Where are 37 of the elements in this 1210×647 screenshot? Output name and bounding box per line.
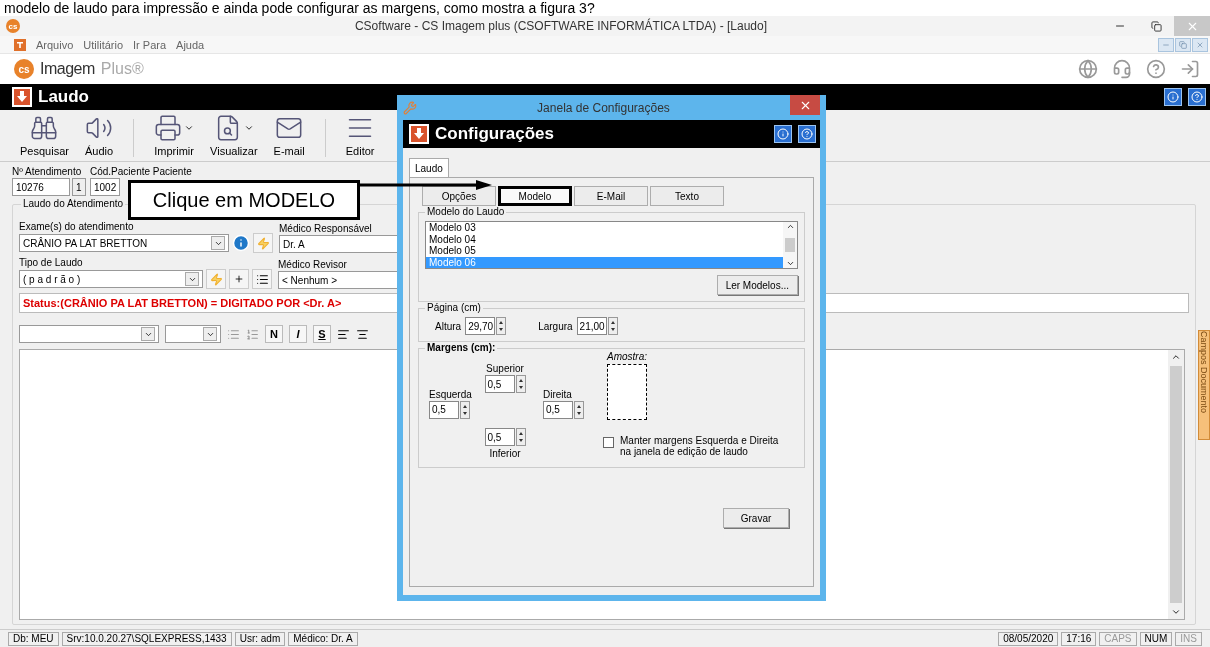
logo-mark: cs	[14, 59, 34, 79]
group-title: Página (cm)	[425, 302, 483, 313]
field-label: Exame(s) do atendimento	[19, 221, 135, 232]
field-label: Nº Atendimento	[12, 166, 83, 177]
status-cell: Médico: Dr. A	[288, 631, 358, 646]
field-label: Cód.Paciente Paciente	[90, 166, 192, 177]
status-cell: CAPS	[1099, 631, 1137, 646]
status-cell: 17:16	[1061, 631, 1097, 646]
dialog-title: Janela de Configurações	[536, 100, 671, 115]
app-icon: cs	[6, 19, 20, 33]
form-title: Laudo	[38, 87, 89, 107]
dialog-header: Configurações	[435, 124, 555, 144]
group-title: Margens (cm):	[425, 342, 498, 353]
field-label: Largura	[538, 320, 573, 332]
status-cell: NUM	[1139, 631, 1173, 646]
status-cell: Usr: adm	[234, 631, 286, 646]
field-label: Tipo de Laudo	[19, 257, 84, 268]
window-title: CSoftware - CS Imagem plus (CSOFTWARE INFORMÁTICA LTDA) - [Laudo]	[353, 19, 769, 33]
field-label: Médico Revisor	[278, 259, 348, 270]
status-cell: Srv:10.0.20.27\SQLEXPRESS,1433	[61, 631, 232, 646]
sample-label: Amostra:	[607, 351, 648, 362]
logo-text: Imagem	[40, 60, 95, 78]
field-label: Médico Responsável	[279, 223, 373, 234]
caption-text: modelo de laudo para impressão e ainda pode configurar as margens, como mostra a figura 3?	[0, 0, 1210, 16]
field-label: Inferior	[489, 448, 521, 459]
status-cell: Db: MEU	[8, 631, 59, 646]
field-label: Superior	[486, 363, 524, 374]
status-cell: 08/05/2020	[998, 631, 1059, 646]
status-cell: INS	[1175, 631, 1202, 646]
logo-text: Plus®	[100, 60, 144, 78]
checkbox-label: Manter margens Esquerda e Direita na janela de edição de laudo	[620, 435, 780, 457]
group-title: Modelo do Laudo	[425, 206, 507, 217]
field-label: Direita	[543, 388, 573, 400]
callout-box: Clique em MODELO	[128, 180, 360, 220]
group-title: Laudo do Atendimento	[21, 198, 126, 209]
field-label: Altura	[435, 320, 462, 332]
field-label: Esquerda	[429, 388, 473, 400]
